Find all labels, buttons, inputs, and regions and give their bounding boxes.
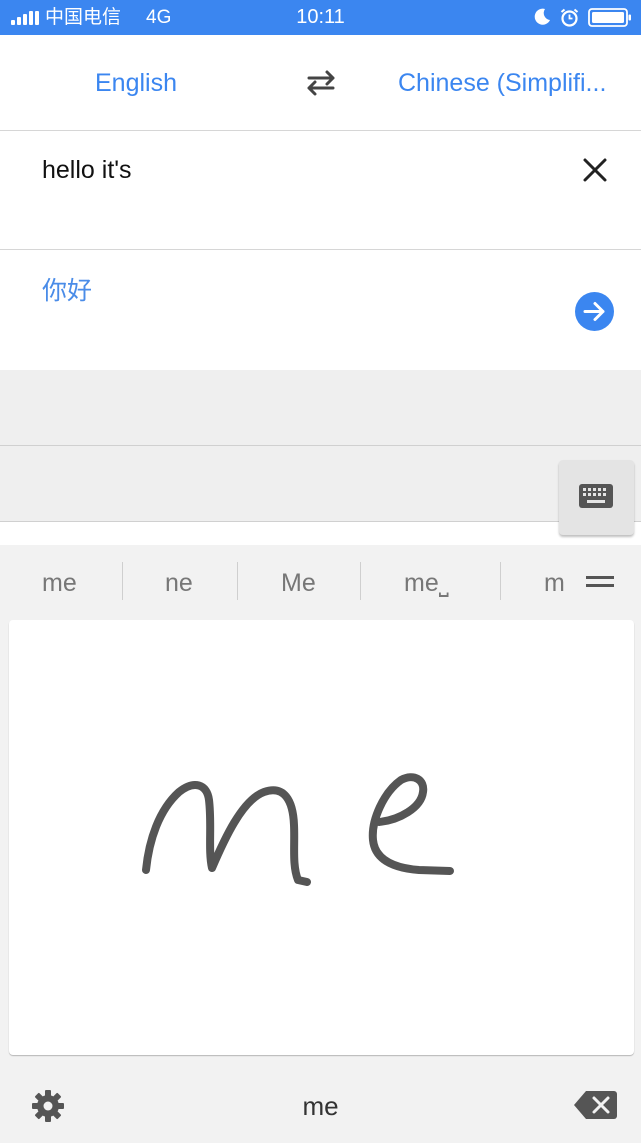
suggestion-divider: [500, 562, 501, 600]
suggestion-divider: [122, 562, 123, 600]
arrow-right-icon: [583, 302, 605, 321]
suggestion-item[interactable]: Me: [281, 568, 316, 598]
handwriting-ink: [142, 773, 454, 886]
empty-panel-bottom: [0, 446, 641, 522]
handwriting-canvas[interactable]: [9, 620, 634, 1055]
translate-button[interactable]: [575, 292, 614, 331]
suggestion-item[interactable]: me⎵: [404, 568, 449, 598]
empty-panel-top: [0, 370, 641, 446]
source-input-area[interactable]: hello it's: [0, 131, 641, 250]
translation-result-area: 你好: [0, 250, 641, 370]
close-icon[interactable]: [578, 153, 612, 187]
suggestion-divider: [360, 562, 361, 600]
suggestion-item[interactable]: me: [42, 568, 77, 598]
keyboard-toggle-button[interactable]: [559, 460, 634, 535]
source-language-button[interactable]: English: [95, 68, 177, 98]
backspace-icon[interactable]: [573, 1090, 617, 1120]
suggestion-item[interactable]: m: [544, 568, 564, 598]
status-bar: 中国电信 4G 10:11: [0, 0, 641, 35]
battery-icon: [588, 8, 631, 27]
translation-result-text[interactable]: 你好: [42, 276, 92, 306]
target-language-button[interactable]: Chinese (Simplifi...: [398, 68, 623, 98]
swap-arrows-icon[interactable]: [303, 68, 339, 98]
suggestion-divider: [237, 562, 238, 600]
source-text-input[interactable]: hello it's: [42, 155, 132, 185]
suggestion-strip: me ne Me me⎵ m: [0, 545, 641, 619]
recognized-text[interactable]: me: [0, 1090, 641, 1122]
menu-lines-icon[interactable]: [586, 576, 614, 588]
alarm-icon: [560, 8, 579, 27]
suggestion-item[interactable]: ne: [165, 568, 193, 598]
moon-icon: [534, 8, 550, 25]
keyboard-icon: [579, 484, 613, 508]
language-bar: English Chinese (Simplifi...: [0, 35, 641, 131]
